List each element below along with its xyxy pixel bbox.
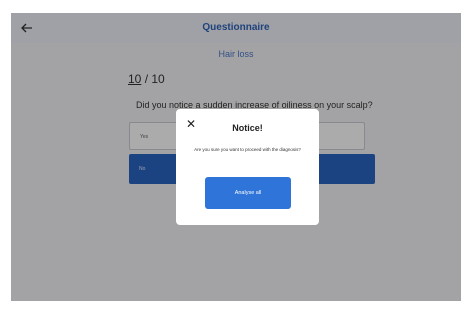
analyse-all-label: Analyse all [234,190,262,196]
analyse-all-button[interactable]: Analyse all [205,177,291,209]
notice-dialog: ✕ Notice! Are you sure you want to proce… [176,109,319,225]
dialog-title: Notice! [232,123,263,133]
dialog-message: Are you sure you want to proceed with th… [194,147,301,152]
